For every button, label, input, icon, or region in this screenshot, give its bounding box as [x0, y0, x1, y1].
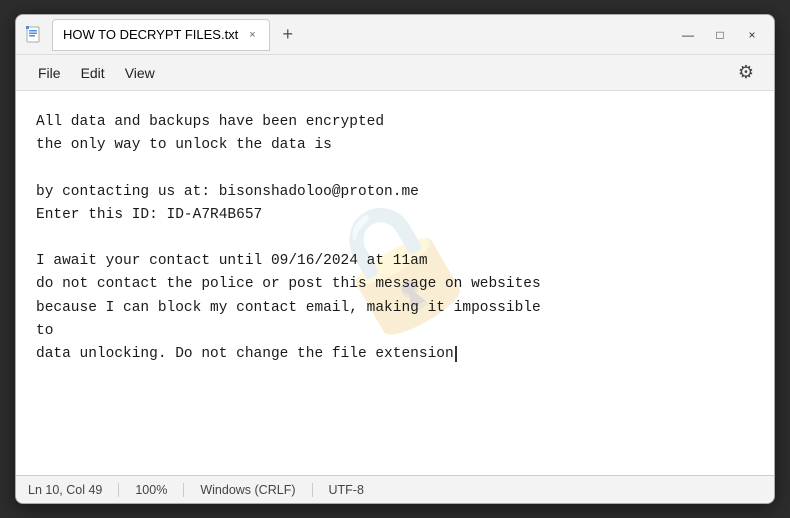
line-ending: Windows (CRLF)	[184, 483, 312, 497]
text-line: because I can block my contact email, ma…	[36, 297, 754, 320]
text-line	[36, 157, 754, 180]
cursor-position: Ln 10, Col 49	[28, 483, 119, 497]
text-line: I await your contact until 09/16/2024 at…	[36, 250, 754, 273]
title-bar-controls: — □ ×	[674, 21, 766, 49]
close-button[interactable]: ×	[738, 21, 766, 49]
text-lines: All data and backups have been encrypted…	[36, 111, 754, 366]
menu-view[interactable]: View	[115, 61, 165, 85]
tab-label: HOW TO DECRYPT FILES.txt	[63, 27, 238, 42]
text-line: by contacting us at: bisonshadoloo@proto…	[36, 181, 754, 204]
text-editor[interactable]: 🔒 All data and backups have been encrypt…	[16, 91, 774, 475]
text-line: Enter this ID: ID-A7R4B657	[36, 204, 754, 227]
text-cursor	[455, 346, 457, 362]
menu-bar: File Edit View ⚙	[16, 55, 774, 91]
menu-file[interactable]: File	[28, 61, 71, 85]
text-line	[36, 227, 754, 250]
menu-edit[interactable]: Edit	[71, 61, 115, 85]
encoding: UTF-8	[313, 483, 380, 497]
app-icon	[24, 25, 44, 45]
text-line: to	[36, 320, 754, 343]
minimize-button[interactable]: —	[674, 21, 702, 49]
tab-close-button[interactable]: ×	[246, 28, 258, 42]
notepad-window: HOW TO DECRYPT FILES.txt × + — □ × File …	[15, 14, 775, 504]
text-line: data unlocking. Do not change the file e…	[36, 343, 754, 366]
settings-icon[interactable]: ⚙	[730, 57, 762, 89]
title-bar-left: HOW TO DECRYPT FILES.txt × +	[24, 19, 666, 51]
new-tab-button[interactable]: +	[274, 21, 302, 49]
text-line: All data and backups have been encrypted	[36, 111, 754, 134]
active-tab[interactable]: HOW TO DECRYPT FILES.txt ×	[52, 19, 270, 51]
status-bar: Ln 10, Col 49 100% Windows (CRLF) UTF-8	[16, 475, 774, 503]
text-line: do not contact the police or post this m…	[36, 273, 754, 296]
maximize-button[interactable]: □	[706, 21, 734, 49]
zoom-level: 100%	[119, 483, 184, 497]
title-bar: HOW TO DECRYPT FILES.txt × + — □ ×	[16, 15, 774, 55]
text-line: the only way to unlock the data is	[36, 134, 754, 157]
